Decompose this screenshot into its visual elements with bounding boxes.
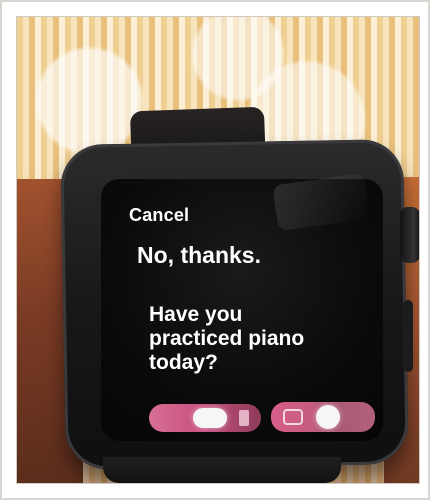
side-button <box>403 300 413 372</box>
photo-frame: Cancel No, thanks. Have you practiced pi… <box>0 0 430 500</box>
dictation-button[interactable] <box>149 404 261 432</box>
watch-photo: Cancel No, thanks. Have you practiced pi… <box>16 16 420 484</box>
incoming-message-text: Have you practiced piano today? <box>149 303 305 375</box>
scribble-button[interactable] <box>271 402 375 432</box>
watch-band-bottom <box>103 457 341 483</box>
digital-crown <box>400 207 419 263</box>
quick-reply-option[interactable]: No, thanks. <box>137 242 261 268</box>
cancel-button[interactable]: Cancel <box>129 205 189 226</box>
